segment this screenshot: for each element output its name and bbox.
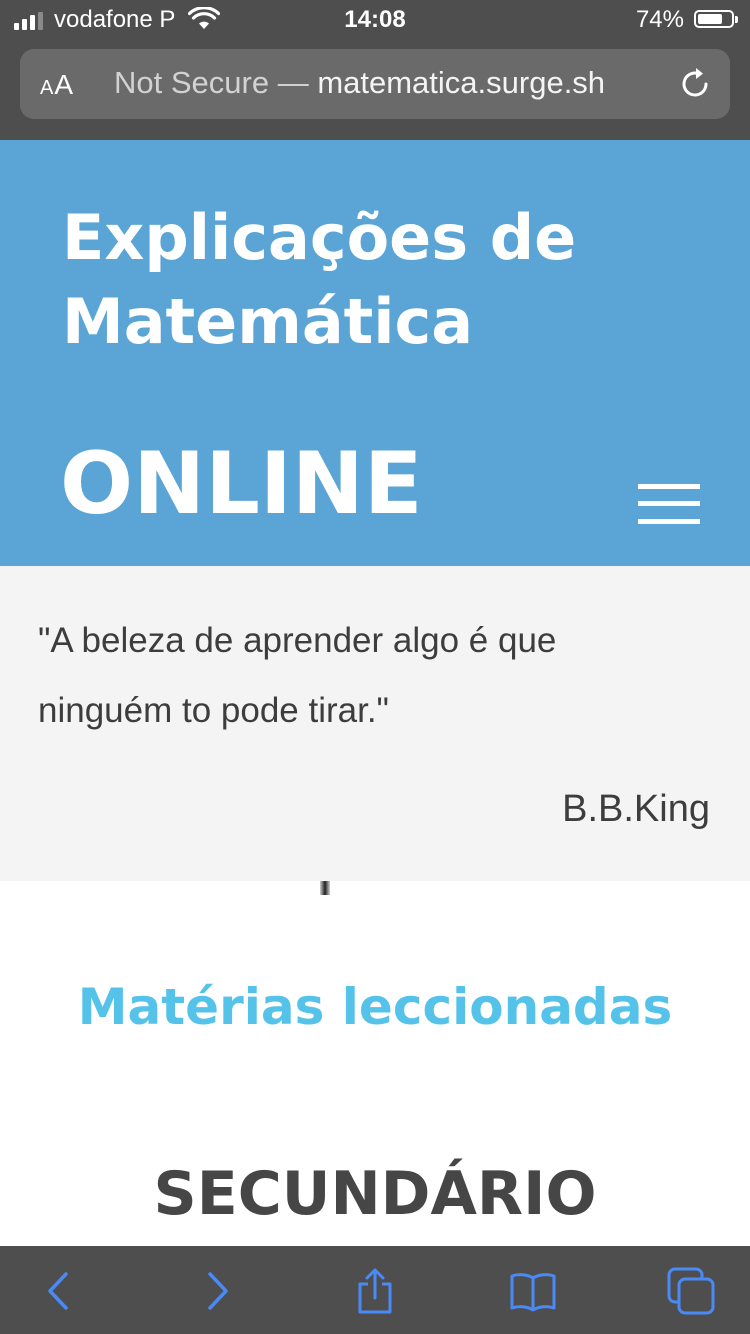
tabs-button[interactable] <box>666 1266 716 1316</box>
forward-icon <box>208 1272 228 1310</box>
browser-top-bar: AA Not Secure — matematica.surge.sh <box>0 40 750 140</box>
tabs-icon <box>667 1267 715 1315</box>
reload-icon[interactable] <box>676 65 714 103</box>
bookmarks-icon <box>510 1273 556 1312</box>
battery-level-fill <box>698 14 722 24</box>
url-field[interactable]: Not Secure — matematica.surge.sh <box>114 65 654 105</box>
site-header: Explicações de Matemática ONLINE <box>0 140 750 566</box>
scroll-marker <box>320 881 330 895</box>
battery-percentage: 74% <box>635 6 684 33</box>
back-icon <box>48 1272 68 1310</box>
status-bar: vodafone P 14:08 74% <box>0 0 750 40</box>
quote-author: B.B.King <box>562 788 710 830</box>
bookmarks-button[interactable] <box>508 1266 558 1316</box>
security-label: Not Secure — <box>114 65 318 100</box>
browser-toolbar <box>0 1246 750 1334</box>
back-button[interactable] <box>34 1266 84 1316</box>
level-heading: SECUNDÁRIO <box>153 1159 597 1229</box>
url-domain: matematica.surge.sh <box>317 65 606 100</box>
site-subtitle: ONLINE <box>60 434 423 534</box>
quote-text: "A beleza de aprender algo é que ninguém… <box>38 621 557 730</box>
forward-button[interactable] <box>192 1266 242 1316</box>
section-title: Matérias leccionadas <box>77 978 673 1036</box>
address-bar[interactable]: AA Not Secure — matematica.surge.sh <box>20 49 730 119</box>
quote-block: "A beleza de aprender algo é que ninguém… <box>0 566 750 881</box>
text-size-button[interactable]: AA <box>40 69 74 101</box>
hamburger-menu-icon[interactable] <box>638 484 700 524</box>
share-icon <box>358 1268 392 1314</box>
site-title[interactable]: Explicações de Matemática <box>62 196 722 364</box>
share-button[interactable] <box>350 1266 400 1316</box>
battery-icon <box>694 10 738 28</box>
